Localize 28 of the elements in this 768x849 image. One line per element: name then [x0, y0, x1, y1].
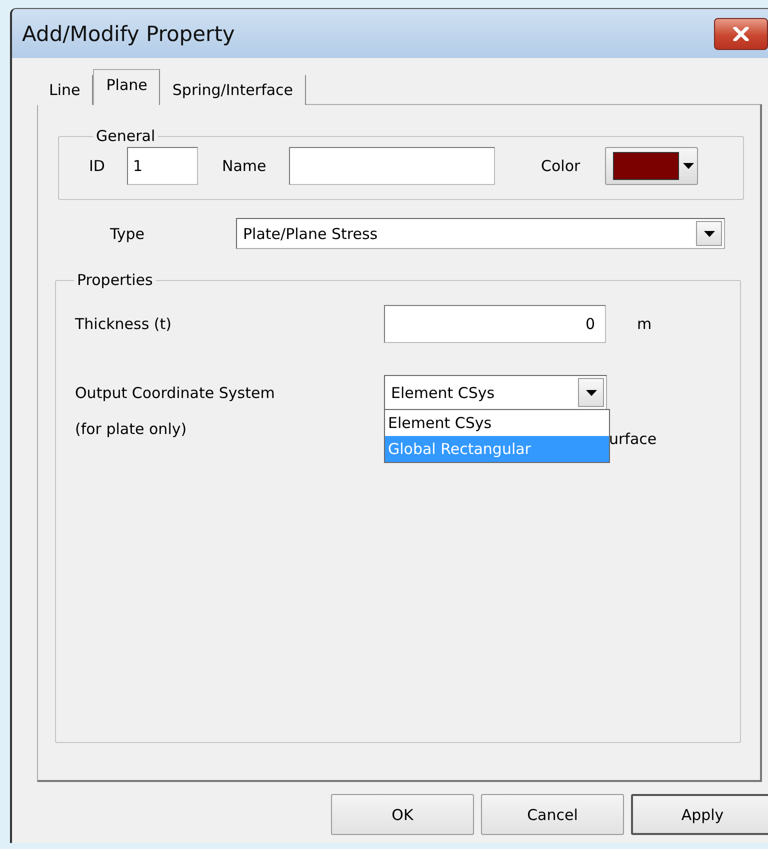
field-label: Name: [222, 157, 268, 175]
window-title: Add/Modify Property: [22, 22, 235, 46]
option-label: urface: [609, 430, 658, 448]
dialog-button[interactable]: Cancel: [481, 794, 624, 835]
tab[interactable]: Plane: [93, 69, 160, 105]
dialog-button[interactable]: Apply: [631, 794, 768, 835]
thickness-field[interactable]: 0: [384, 305, 606, 343]
note-text: (for plate only): [75, 420, 188, 438]
name-field[interactable]: [289, 147, 495, 185]
field-label: Color: [541, 157, 582, 175]
dialog-button[interactable]: OK: [331, 794, 474, 835]
field-label: Thickness (t): [75, 315, 172, 333]
unit-label: m: [637, 315, 653, 333]
close-icon: [733, 26, 749, 40]
dropdown-arrow-icon: [586, 390, 596, 396]
field-label: Type: [110, 224, 146, 242]
tab[interactable]: Spring/Interface: [160, 75, 306, 105]
id-field[interactable]: 1: [127, 147, 198, 185]
caret-icon: [683, 163, 694, 169]
color-picker[interactable]: [605, 147, 698, 185]
group-label: Properties: [76, 271, 154, 289]
field-label: ID: [89, 157, 106, 175]
dropdown-arrow-icon: [704, 230, 714, 236]
tab[interactable]: Line: [37, 75, 94, 105]
close-button[interactable]: [714, 18, 768, 50]
group-label: General: [95, 127, 156, 145]
type-dropdown[interactable]: Plate/Plane Stress: [236, 218, 725, 249]
field-label: Output Coordinate System: [75, 384, 276, 402]
